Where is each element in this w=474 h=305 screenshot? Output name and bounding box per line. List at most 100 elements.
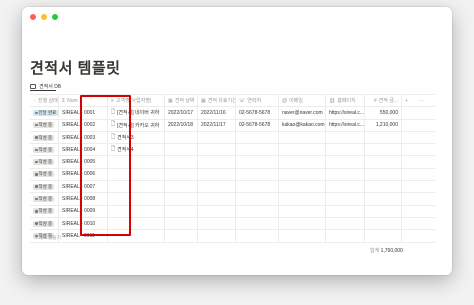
status-badge[interactable]: 작성 중 <box>33 183 55 190</box>
cell-status[interactable]: 작성 중 <box>30 205 59 217</box>
cell-amt[interactable] <box>365 168 402 181</box>
status-badge[interactable]: 작성 중 <box>33 171 55 178</box>
cell-amt[interactable] <box>365 193 402 205</box>
more-options-button[interactable]: ⋯ <box>416 95 426 106</box>
cell-due[interactable]: 2022/11/17 <box>198 119 236 131</box>
cell-web[interactable] <box>326 144 365 156</box>
cell-due[interactable] <box>198 181 236 193</box>
cell-amt[interactable] <box>365 144 402 156</box>
column-header-amt[interactable]: # 견적 금... <box>365 95 402 107</box>
cell-status[interactable]: 작성 중 <box>30 119 59 131</box>
cell-due[interactable] <box>198 205 236 217</box>
cell-status[interactable]: 작성 중 <box>30 217 59 230</box>
cell-web[interactable] <box>326 193 365 205</box>
cell-email[interactable] <box>279 131 326 144</box>
status-badge[interactable]: 작성 중 <box>33 220 55 227</box>
cell-web[interactable]: https://sireal.c... <box>326 119 365 131</box>
cell-date[interactable]: 2022/10/17 <box>165 107 198 119</box>
cell-web[interactable] <box>326 168 365 181</box>
cell-phone[interactable] <box>236 168 279 181</box>
maximize-window-button[interactable] <box>52 14 58 20</box>
cell-status[interactable]: 작성 중 <box>30 193 59 205</box>
cell-status[interactable]: 작성 중 <box>30 168 59 181</box>
cell-due[interactable] <box>198 217 236 230</box>
close-window-button[interactable] <box>30 14 36 20</box>
cell-email[interactable] <box>279 230 326 242</box>
cell-web[interactable] <box>326 205 365 217</box>
status-badge[interactable]: 작성 중 <box>33 146 55 153</box>
cell-date[interactable] <box>165 230 198 242</box>
status-badge[interactable]: 작성 중 <box>33 159 55 166</box>
cell-web[interactable] <box>326 230 365 242</box>
status-badge[interactable]: 작성 중 <box>33 122 55 129</box>
cell-due[interactable] <box>198 230 236 242</box>
cell-phone[interactable] <box>236 217 279 230</box>
cell-email[interactable] <box>279 193 326 205</box>
cell-web[interactable] <box>326 217 365 230</box>
cell-due[interactable] <box>198 144 236 156</box>
cell-email[interactable] <box>279 144 326 156</box>
cell-date[interactable]: 2022/10/18 <box>165 119 198 131</box>
cell-amt[interactable] <box>365 217 402 230</box>
cell-date[interactable] <box>165 168 198 181</box>
cell-email[interactable] <box>279 168 326 181</box>
cell-status[interactable]: 작성 중 <box>30 181 59 193</box>
cell-amt[interactable] <box>365 230 402 242</box>
cell-date[interactable] <box>165 217 198 230</box>
status-badge[interactable]: 전달 완료 <box>33 109 58 116</box>
cell-amt[interactable] <box>365 131 402 144</box>
cell-phone[interactable] <box>236 193 279 205</box>
new-row-button[interactable]: + 새로 만들기 <box>35 235 61 241</box>
cell-amt[interactable] <box>365 156 402 168</box>
cell-date[interactable] <box>165 156 198 168</box>
cell-web[interactable] <box>326 181 365 193</box>
status-badge[interactable]: 작성 중 <box>33 196 55 203</box>
column-header-phone[interactable]: ☏ 연락처 <box>236 95 279 107</box>
cell-phone[interactable] <box>236 156 279 168</box>
cell-web[interactable]: https://sireal.c... <box>326 107 365 119</box>
cell-date[interactable] <box>165 131 198 144</box>
cell-status[interactable]: 전달 완료 <box>30 107 59 119</box>
cell-amt[interactable]: 1,210,000 <box>365 119 402 131</box>
cell-phone[interactable]: 02-5678-5678 <box>236 119 279 131</box>
cell-status[interactable]: 작성 중 <box>30 156 59 168</box>
column-header-web[interactable]: ⛓ 홈페이지 <box>326 95 365 107</box>
cell-phone[interactable] <box>236 230 279 242</box>
column-header-email[interactable]: @ 이메일 <box>279 95 326 107</box>
cell-date[interactable] <box>165 193 198 205</box>
cell-phone[interactable]: 02-5678-5678 <box>236 107 279 119</box>
cell-date[interactable] <box>165 181 198 193</box>
cell-due[interactable]: 2022/11/16 <box>198 107 236 119</box>
status-badge[interactable]: 작성 중 <box>33 208 55 215</box>
cell-amt[interactable]: 550,000 <box>365 107 402 119</box>
status-badge[interactable]: 작성 중 <box>33 134 55 141</box>
cell-email[interactable] <box>279 217 326 230</box>
cell-due[interactable] <box>198 131 236 144</box>
column-header-due[interactable]: ▦ 견적 유효기간 <box>198 95 236 107</box>
cell-due[interactable] <box>198 193 236 205</box>
cell-status[interactable]: 작성 중 <box>30 144 59 156</box>
cell-web[interactable] <box>326 131 365 144</box>
cell-email[interactable]: kakao@kakao.com <box>279 119 326 131</box>
cell-due[interactable] <box>198 168 236 181</box>
cell-date[interactable] <box>165 205 198 217</box>
cell-phone[interactable] <box>236 205 279 217</box>
cell-email[interactable]: naver@naver.com <box>279 107 326 119</box>
minimize-window-button[interactable] <box>41 14 47 20</box>
cell-status[interactable]: 작성 중 <box>30 131 59 144</box>
add-column-button[interactable]: + <box>402 95 416 106</box>
cell-email[interactable] <box>279 205 326 217</box>
cell-phone[interactable] <box>236 131 279 144</box>
column-header-date[interactable]: ▦ 견적 날짜 <box>165 95 198 107</box>
cell-email[interactable] <box>279 181 326 193</box>
column-header-status[interactable]: ◌ 진행 상태 <box>30 95 59 107</box>
cell-date[interactable] <box>165 144 198 156</box>
cell-amt[interactable] <box>365 181 402 193</box>
cell-web[interactable] <box>326 156 365 168</box>
database-view-tab[interactable]: 견적서 DB <box>30 83 61 90</box>
cell-due[interactable] <box>198 156 236 168</box>
cell-phone[interactable] <box>236 144 279 156</box>
cell-amt[interactable] <box>365 205 402 217</box>
cell-phone[interactable] <box>236 181 279 193</box>
cell-email[interactable] <box>279 156 326 168</box>
